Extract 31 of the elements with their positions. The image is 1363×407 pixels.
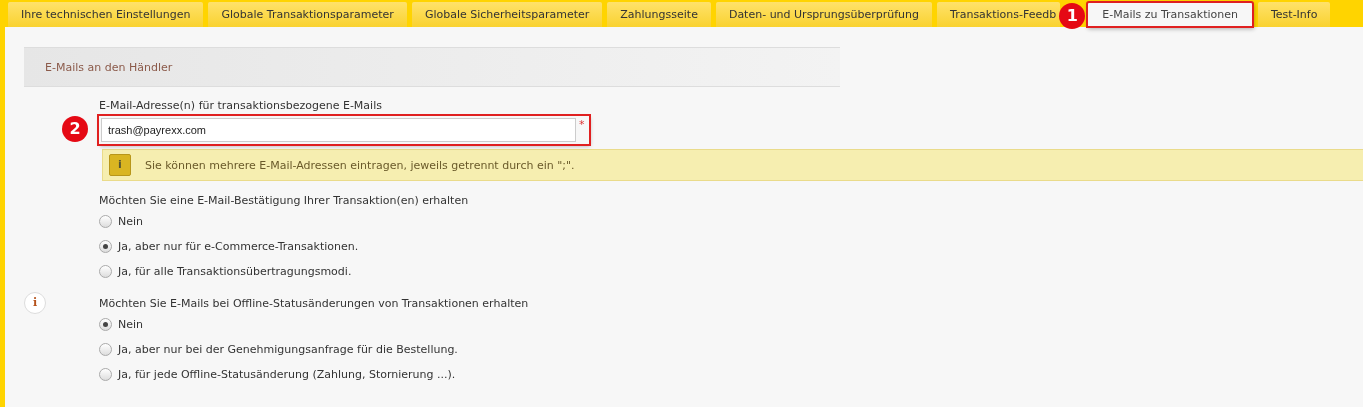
required-mark: *	[579, 118, 586, 133]
radio-button[interactable]	[99, 368, 112, 381]
radio-button[interactable]	[99, 318, 112, 331]
section-title: E-Mails an den Händler	[45, 60, 173, 74]
tab[interactable]: Daten- und Ursprungsüberprüfung	[715, 2, 933, 27]
tab[interactable]: Globale Transaktionsparameter	[208, 2, 407, 27]
radio-button[interactable]	[99, 343, 112, 356]
radio-button[interactable]	[99, 240, 112, 253]
radio-label[interactable]: Ja, für jede Offline-Statusänderung (Zahlung, Stornierung ...).	[118, 368, 456, 381]
radio-label[interactable]: Nein	[118, 318, 144, 331]
info-text: Sie können mehrere E-Mail-Adressen eintragen, jeweils getrennt durch ein ";".	[145, 158, 575, 172]
field-label: E-Mail-Adresse(n) für transaktionsbezogene E-Mails	[99, 99, 383, 112]
tab[interactable]: Transaktions-Feedb	[937, 2, 1061, 27]
question-label: Möchten Sie E-Mails bei Offline-Statusänderungen von Transaktionen erhalten	[99, 296, 529, 310]
question-label: Möchten Sie eine E-Mail-Bestätigung Ihrer Transaktion(en) erhalten	[99, 193, 469, 207]
radio-label[interactable]: Nein	[118, 215, 144, 228]
tab[interactable]: Test-Info	[1257, 2, 1331, 27]
tab[interactable]: E-Mails zu Transaktionen	[1087, 2, 1253, 27]
radio-label[interactable]: Ja, aber nur bei der Genehmigungsanfrage für die Bestellung.	[118, 343, 458, 356]
tab[interactable]: Globale Sicherheitsparameter	[411, 2, 603, 27]
email-input-field[interactable]: trash@payrexx.com	[101, 118, 576, 142]
info-icon: i	[109, 154, 131, 176]
radio-button[interactable]	[99, 215, 112, 228]
radio-button[interactable]	[99, 265, 112, 278]
tab[interactable]: Zahlungsseite	[607, 2, 711, 27]
step-badge: 1	[1059, 2, 1086, 29]
step-badge: 2	[62, 116, 88, 142]
info-icon[interactable]: i	[24, 292, 46, 314]
radio-label[interactable]: Ja, für alle Transaktionsübertragungsmodi.	[118, 265, 352, 278]
radio-label[interactable]: Ja, aber nur für e-Commerce-Transaktionen.	[118, 240, 359, 253]
tab[interactable]: Ihre technischen Einstellungen	[8, 2, 204, 27]
